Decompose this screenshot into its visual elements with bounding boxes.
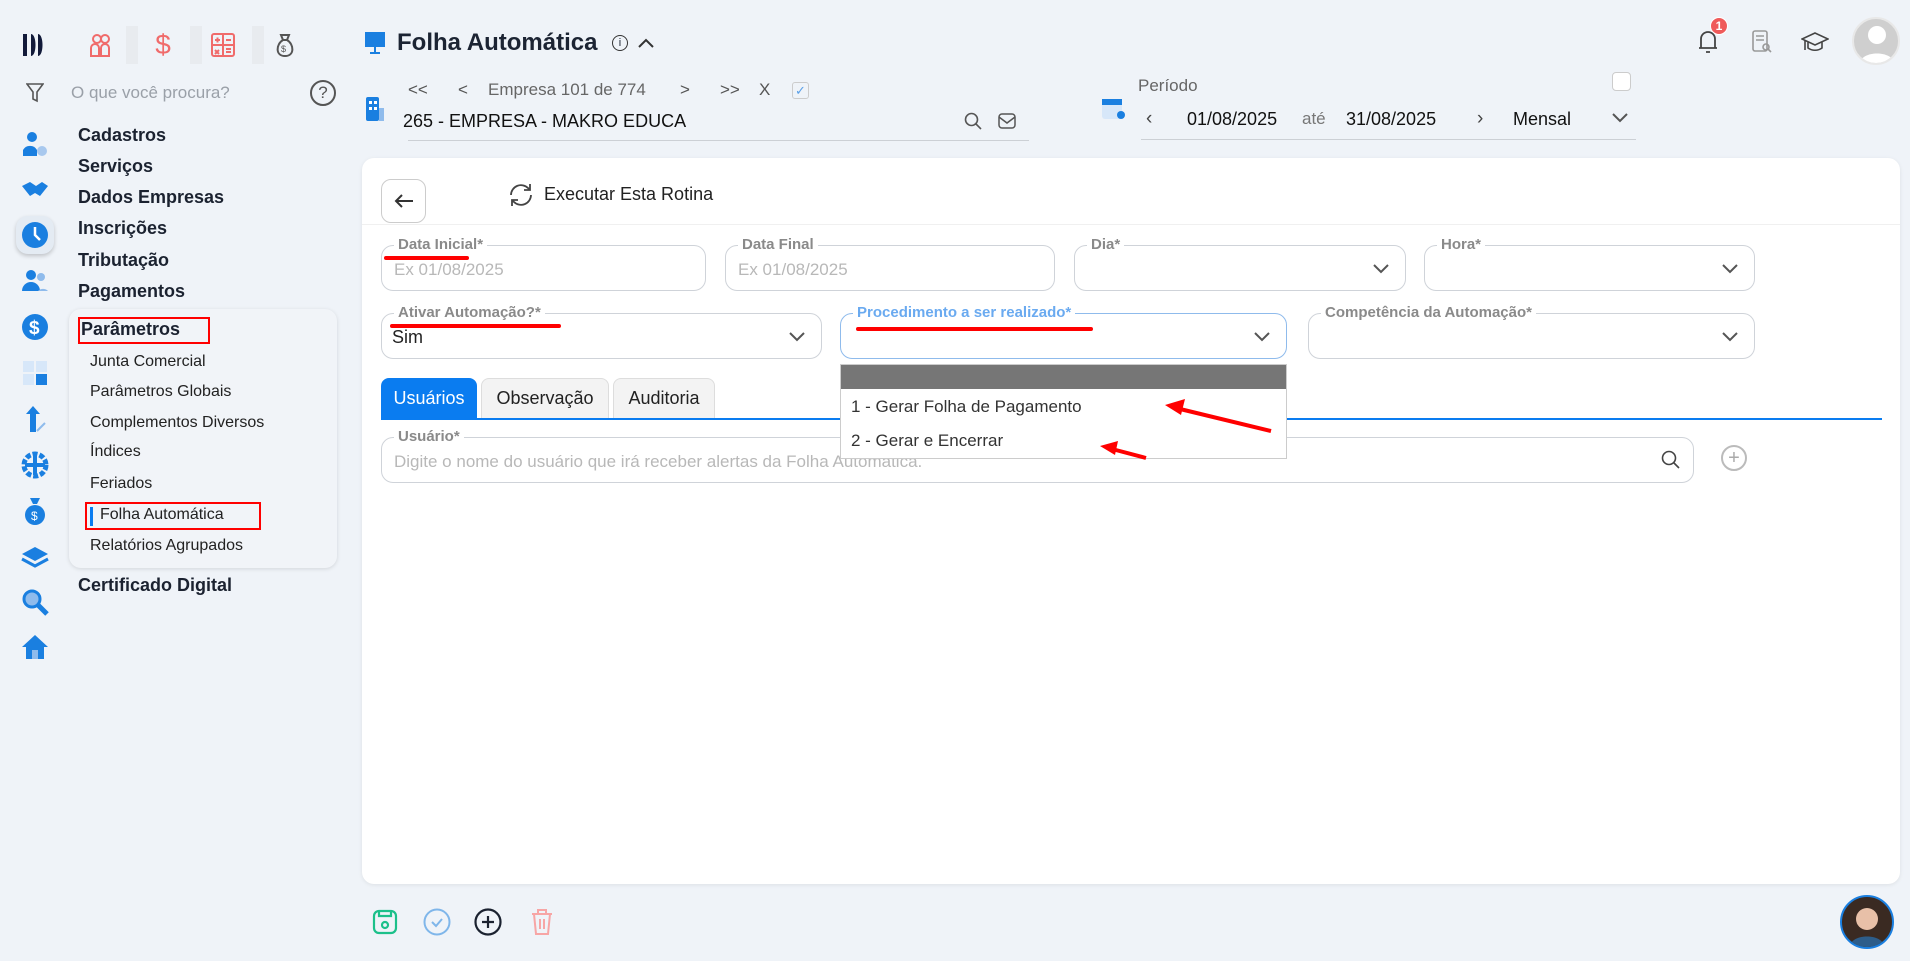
annotation-arrows [1100, 399, 1272, 460]
annotation-arrow [1100, 441, 1147, 460]
annotation-arrow [1165, 399, 1272, 433]
